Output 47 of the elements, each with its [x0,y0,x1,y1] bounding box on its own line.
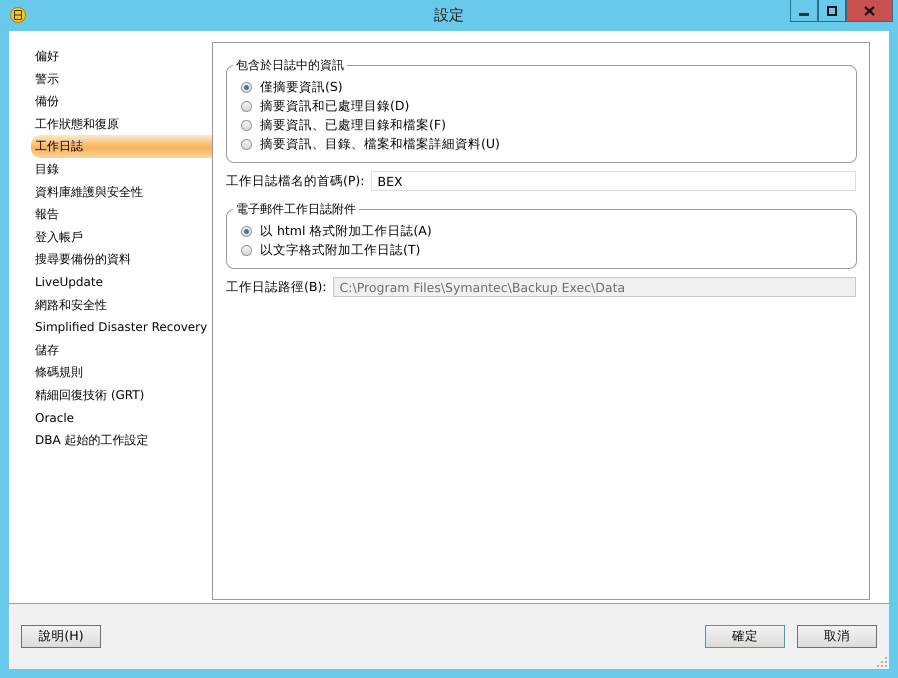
radio-button[interactable] [241,101,252,112]
sidebar-item[interactable]: 工作日誌 [31,135,212,158]
sidebar-item[interactable]: 目錄 [31,158,212,181]
sidebar-item[interactable]: 儲存 [31,338,212,362]
radio-option[interactable]: 僅摘要資訊(S) [241,78,842,97]
group-title: 電子郵件工作日誌附件 [235,201,357,218]
radio-option[interactable]: 摘要資訊、目錄、檔案和檔案詳細資料(U) [241,135,842,154]
radio-option[interactable]: 以文字格式附加工作日誌(T) [241,241,842,260]
sidebar-item[interactable]: 網路和安全性 [31,294,212,316]
field-label: 工作日誌路徑(B): [226,278,327,296]
sidebar-item[interactable]: 精細回復技術 (GRT) [31,384,212,406]
sidebar-item[interactable]: 工作狀態和復原 [31,112,212,136]
sidebar-item[interactable]: 警示 [31,68,212,90]
sidebar-item[interactable]: LiveUpdate [31,270,212,294]
minimize-button[interactable] [790,0,818,22]
close-button[interactable] [846,0,893,22]
radio-option[interactable]: 摘要資訊和已處理目錄(D) [241,97,842,116]
close-icon [864,6,875,16]
sidebar-item[interactable]: Oracle [31,406,212,430]
sidebar-item[interactable]: 偏好 [31,45,212,68]
database-icon [10,7,26,23]
sidebar-item[interactable]: 搜尋要備份的資料 [31,248,212,271]
maximize-button[interactable] [818,0,846,22]
sidebar-item[interactable]: 備份 [31,90,212,113]
radio-button[interactable] [241,245,252,256]
window-title: 設定 [434,6,464,25]
field-label: 工作日誌檔名的首碼(P): [226,172,365,190]
sidebar-item[interactable]: 登入帳戶 [31,226,212,248]
minimize-icon [799,12,809,16]
radio-option[interactable]: 以 html 格式附加工作日誌(A) [241,222,842,241]
sidebar-item[interactable]: Simplified Disaster Recovery [31,316,212,339]
sidebar-item[interactable]: DBA 起始的工作設定 [31,429,212,452]
sidebar-item[interactable]: 報告 [31,203,212,226]
ok-button[interactable]: 確定 [705,625,785,648]
radio-option[interactable]: 摘要資訊、已處理目錄和檔案(F) [241,116,842,135]
sidebar-item[interactable]: 條碼規則 [31,361,212,384]
sidebar-item[interactable]: 資料庫維護與安全性 [31,180,212,204]
group-title: 包含於日誌中的資訊 [235,57,345,74]
radio-button[interactable] [241,82,252,93]
radio-button[interactable] [241,120,252,131]
resize-grip-icon[interactable] [877,657,887,667]
maximize-icon [827,6,837,16]
cancel-button[interactable]: 取消 [797,625,877,648]
help-button[interactable]: 說明(H) [21,625,101,648]
radio-button[interactable] [241,226,252,237]
radio-button[interactable] [241,139,252,150]
input-field[interactable]: BEX [370,171,856,191]
